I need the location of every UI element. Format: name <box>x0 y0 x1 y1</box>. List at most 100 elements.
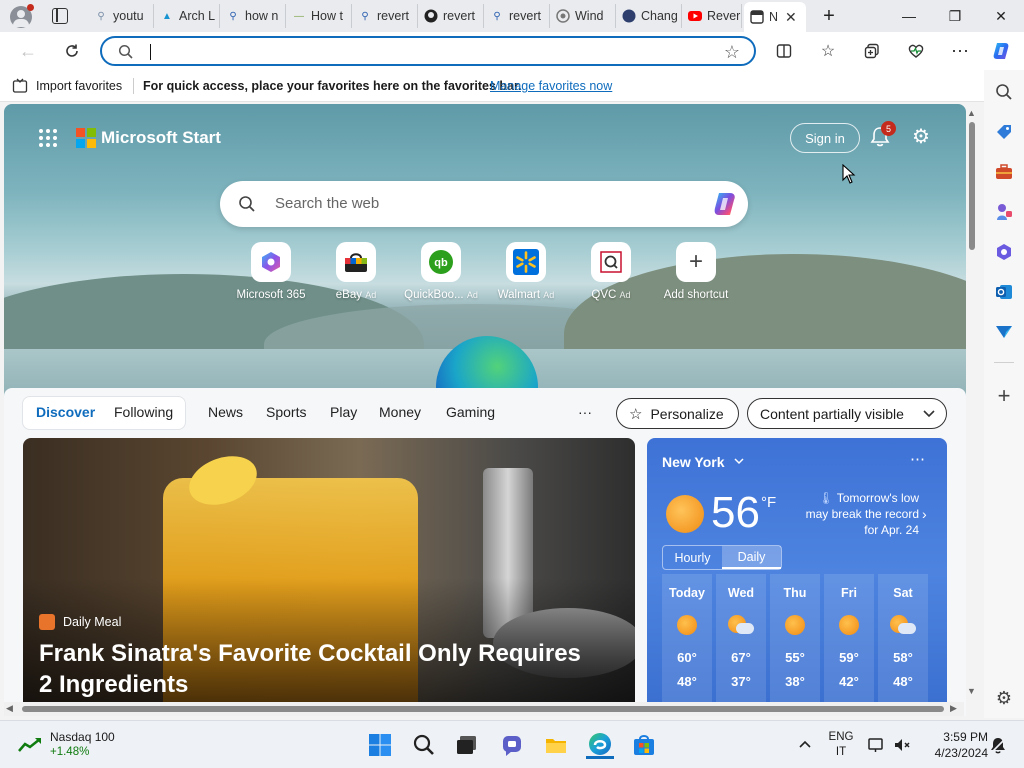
personalize-button[interactable]: ☆ Personalize <box>616 398 739 429</box>
notification-center-icon[interactable] <box>984 731 1012 759</box>
tab-sports[interactable]: Sports <box>266 404 306 420</box>
minimize-button[interactable]: — <box>886 0 932 32</box>
weather-location[interactable]: New York <box>662 454 745 470</box>
tab-discover[interactable]: Discover <box>36 404 95 420</box>
shopping-tag-icon[interactable] <box>992 120 1016 144</box>
tools-briefcase-icon[interactable] <box>992 160 1016 184</box>
tab-gaming[interactable]: Gaming <box>446 404 495 420</box>
more-tabs-button[interactable]: ··· <box>578 404 592 420</box>
article-source[interactable]: Daily Meal <box>39 614 121 630</box>
hourly-toggle[interactable]: Hourly <box>663 546 722 569</box>
task-view-icon[interactable] <box>453 731 481 759</box>
tab-following[interactable]: Following <box>114 404 173 420</box>
collections-button[interactable] <box>858 37 886 65</box>
scroll-thumb[interactable] <box>22 706 944 712</box>
add-shortcut-button[interactable]: + Add shortcut <box>656 242 736 301</box>
file-explorer-icon[interactable] <box>542 731 570 759</box>
games-icon[interactable] <box>992 200 1016 224</box>
split-screen-button[interactable] <box>770 37 798 65</box>
copilot-button[interactable] <box>988 37 1016 65</box>
language-indicator[interactable]: ENG IT <box>826 730 856 760</box>
tab-play[interactable]: Play <box>330 404 357 420</box>
chevron-right-icon[interactable]: › <box>922 506 927 522</box>
browser-tab[interactable]: revert <box>418 4 484 28</box>
send-icon[interactable] <box>992 320 1016 344</box>
scroll-right-arrow-icon[interactable]: ▶ <box>950 703 957 714</box>
copilot-icon[interactable] <box>710 190 740 221</box>
refresh-button[interactable] <box>58 37 86 65</box>
scroll-up-arrow-icon[interactable]: ▲ <box>967 108 976 118</box>
article-title[interactable]: Frank Sinatra's Favorite Cocktail Only R… <box>39 638 599 700</box>
network-icon[interactable] <box>862 731 890 759</box>
browser-tab-active[interactable]: N ✕ <box>744 2 806 32</box>
tab-money[interactable]: Money <box>379 404 421 420</box>
browser-tab[interactable]: ⚲ youtu <box>88 4 154 28</box>
content-visibility-dropdown[interactable]: Content partially visible <box>747 398 947 429</box>
volume-muted-icon[interactable] <box>888 731 916 759</box>
forecast-day[interactable]: Wed 67° 37° <box>716 574 766 704</box>
microsoft-store-icon[interactable] <box>630 731 658 759</box>
settings-more-button[interactable]: ⋯ <box>946 37 974 65</box>
horizontal-scrollbar[interactable]: ◀ ▶ <box>4 702 964 716</box>
weather-more-button[interactable]: ⋯ <box>910 450 925 468</box>
scroll-thumb[interactable] <box>969 122 975 250</box>
shortcut-quickbooks[interactable]: qb QuickBoo... Ad <box>401 242 481 301</box>
browser-tab[interactable]: ⚲ revert <box>352 4 418 28</box>
browser-tab[interactable]: Chang <box>616 4 682 28</box>
edge-taskbar-icon[interactable] <box>586 731 614 759</box>
browser-tab[interactable]: ⚲ revert <box>484 4 550 28</box>
profile-avatar[interactable] <box>10 4 34 28</box>
close-window-button[interactable]: ✕ <box>978 0 1024 32</box>
browser-tab[interactable]: ⚲ how n <box>220 4 286 28</box>
address-bar[interactable]: ☆ <box>100 36 756 66</box>
shortcut-ebay[interactable]: eBay Ad <box>316 242 396 301</box>
weather-card[interactable]: New York ⋯ 56 °F 🌡 Tomorrow's low may br… <box>647 438 947 708</box>
browser-tab[interactable]: Rever <box>682 4 742 28</box>
article-card[interactable]: Daily Meal Frank Sinatra's Favorite Cock… <box>23 438 635 708</box>
forecast-day[interactable]: Fri 59° 42° <box>824 574 874 704</box>
weather-alert[interactable]: 🌡 Tomorrow's low may break the record fo… <box>797 490 919 538</box>
browser-tab[interactable]: Wind <box>550 4 616 28</box>
stock-widget[interactable]: Nasdaq 100 +1.48% <box>18 729 138 761</box>
apps-launcher-icon[interactable] <box>38 128 58 148</box>
notifications-button[interactable]: 5 <box>870 121 896 150</box>
page-settings-button[interactable]: ⚙ <box>910 126 932 148</box>
show-hidden-icons-chevron[interactable] <box>791 731 819 759</box>
shortcut-walmart[interactable]: Walmart Ad <box>486 242 566 301</box>
vertical-scrollbar[interactable]: ▲ ▼ <box>966 104 978 702</box>
browser-tab[interactable]: — How t <box>286 4 352 28</box>
add-sidebar-app-icon[interactable]: + <box>992 383 1016 408</box>
outlook-icon[interactable] <box>992 280 1016 304</box>
search-icon[interactable] <box>992 80 1016 104</box>
forecast-day[interactable]: Today 60° 48° <box>662 574 712 704</box>
shortcut-qvc[interactable]: QVC Ad <box>571 242 651 301</box>
start-button[interactable] <box>366 731 394 759</box>
daily-toggle[interactable]: Daily <box>722 546 781 569</box>
clock[interactable]: 3:59 PM 4/23/2024 <box>918 729 988 761</box>
web-search-box[interactable]: Search the web <box>220 181 748 227</box>
import-favorites-button[interactable]: Import favorites <box>12 78 122 94</box>
tab-news[interactable]: News <box>208 404 243 420</box>
close-tab-icon[interactable]: ✕ <box>785 9 797 26</box>
back-button[interactable]: ← <box>14 37 42 65</box>
forecast-day[interactable]: Sat 58° 48° <box>878 574 928 704</box>
scroll-down-arrow-icon[interactable]: ▼ <box>967 686 976 696</box>
scroll-left-arrow-icon[interactable]: ◀ <box>6 703 13 714</box>
taskbar-search-icon[interactable] <box>410 731 438 759</box>
sign-in-button[interactable]: Sign in <box>790 123 860 153</box>
microsoft-365-icon[interactable] <box>992 240 1016 264</box>
browser-essentials-button[interactable] <box>902 37 930 65</box>
manage-favorites-link[interactable]: Manage favorites now <box>490 79 612 93</box>
new-tab-button[interactable]: + <box>808 0 850 32</box>
tab-actions-icon[interactable] <box>52 8 68 24</box>
brand-title[interactable]: Microsoft Start <box>101 128 221 148</box>
teams-chat-icon[interactable] <box>498 731 526 759</box>
partly-cloudy-icon <box>728 615 754 635</box>
restore-button[interactable]: ❐ <box>932 0 978 32</box>
favorites-button[interactable]: ☆ <box>814 37 842 65</box>
shortcut-microsoft-365[interactable]: Microsoft 365 <box>231 242 311 301</box>
browser-tab[interactable]: ▲ Arch L <box>154 4 220 28</box>
forecast-day[interactable]: Thu 55° 38° <box>770 574 820 704</box>
favorite-star-icon[interactable]: ☆ <box>724 42 740 63</box>
sidebar-settings-icon[interactable]: ⚙ <box>992 686 1016 710</box>
